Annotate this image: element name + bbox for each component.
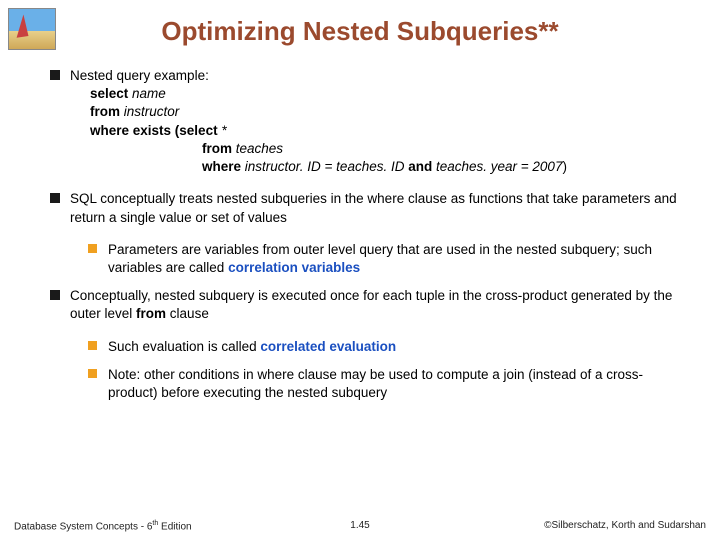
- slide-content: Nested query example: select name from i…: [0, 67, 720, 402]
- bullet-sql-treats: SQL conceptually treats nested subquerie…: [50, 190, 686, 226]
- sql-line: select name: [90, 85, 686, 103]
- subbullet-correlated-eval: Such evaluation is called correlated eva…: [88, 338, 686, 356]
- bullet-text: SQL conceptually treats nested subquerie…: [70, 190, 686, 226]
- subbullet-text: Such evaluation is called: [108, 339, 260, 354]
- sql-line: where exists (select *: [90, 122, 686, 140]
- sql-line: from instructor: [90, 103, 686, 121]
- subbullet-note: Note: other conditions in where clause m…: [88, 366, 686, 402]
- highlight-term: correlation variables: [228, 260, 360, 275]
- slide-footer: Database System Concepts - 6th Edition 1…: [0, 520, 720, 532]
- sailboat-logo: [8, 8, 56, 50]
- sql-query-block: select name from instructor where exists…: [70, 85, 686, 176]
- subbullet-text: Parameters are variables from outer leve…: [108, 242, 652, 275]
- bullet-conceptually: Conceptually, nested subquery is execute…: [50, 287, 686, 323]
- footer-page-number: 1.45: [350, 520, 369, 531]
- sql-line: from teaches: [90, 140, 686, 158]
- bullet-nested-example: Nested query example: select name from i…: [50, 67, 686, 176]
- sql-line: where instructor. ID = teaches. ID and t…: [90, 158, 686, 176]
- subbullet-parameters: Parameters are variables from outer leve…: [88, 241, 686, 277]
- bullet-text: Nested query example:: [70, 67, 686, 85]
- footer-left: Database System Concepts - 6th Edition: [14, 520, 192, 532]
- highlight-term: correlated evaluation: [260, 339, 396, 354]
- footer-copyright: ©Silberschatz, Korth and Sudarshan: [544, 520, 706, 532]
- subbullet-text: Note: other conditions in where clause m…: [108, 367, 643, 400]
- bullet-text: Conceptually, nested subquery is execute…: [70, 288, 672, 321]
- slide-title: Optimizing Nested Subqueries**: [0, 0, 720, 67]
